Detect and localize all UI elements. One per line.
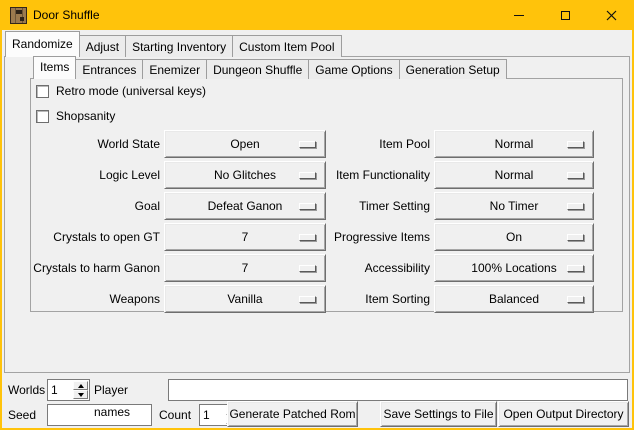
timer-setting-label: Timer Setting bbox=[270, 192, 430, 220]
minimize-icon bbox=[514, 15, 524, 16]
world-state-value: Open bbox=[230, 137, 259, 151]
tab-custom-item-pool[interactable]: Custom Item Pool bbox=[232, 35, 341, 57]
weapons-label: Weapons bbox=[8, 285, 160, 313]
worlds-spin-up-button[interactable] bbox=[73, 381, 88, 390]
timer-setting-dropdown[interactable]: No Timer bbox=[434, 192, 594, 220]
player-names-input[interactable] bbox=[168, 379, 628, 401]
crystals-gt-value: 7 bbox=[242, 230, 249, 244]
shopsanity-checkbox[interactable] bbox=[36, 110, 49, 123]
maximize-button[interactable] bbox=[542, 0, 588, 30]
item-sorting-label: Item Sorting bbox=[270, 285, 430, 313]
worlds-spin-down-button[interactable] bbox=[73, 390, 88, 399]
maximize-icon bbox=[561, 11, 570, 20]
up-arrow-icon bbox=[78, 384, 84, 388]
logic-level-label: Logic Level bbox=[8, 161, 160, 189]
player-names-label: Player names bbox=[94, 379, 166, 401]
item-sorting-dropdown[interactable]: Balanced bbox=[434, 285, 594, 313]
timer-setting-value: No Timer bbox=[490, 199, 539, 213]
tab-entrances[interactable]: Entrances bbox=[75, 59, 143, 79]
worlds-spinbox[interactable] bbox=[47, 379, 90, 401]
tab-generation-setup[interactable]: Generation Setup bbox=[399, 59, 507, 79]
seed-label: Seed # bbox=[8, 404, 46, 426]
tab-adjust[interactable]: Adjust bbox=[79, 35, 126, 57]
door-crate-icon bbox=[10, 7, 27, 24]
shopsanity-label: Shopsanity bbox=[56, 109, 115, 123]
crystals-ganon-value: 7 bbox=[242, 261, 249, 275]
dropdown-indicator-icon bbox=[567, 296, 584, 303]
worlds-label: Worlds bbox=[8, 379, 46, 401]
retro-mode-row: Retro mode (universal keys) bbox=[36, 84, 206, 98]
count-label: Count bbox=[159, 404, 195, 426]
accessibility-value: 100% Locations bbox=[471, 261, 556, 275]
dropdown-indicator-icon bbox=[567, 141, 584, 148]
dropdown-indicator-icon bbox=[567, 265, 584, 272]
tab-enemizer[interactable]: Enemizer bbox=[142, 59, 207, 79]
item-sorting-value: Balanced bbox=[489, 292, 539, 306]
worlds-spinbox-input[interactable] bbox=[49, 381, 71, 399]
close-icon bbox=[606, 10, 617, 21]
down-arrow-icon bbox=[78, 393, 84, 397]
count-spinbox-input[interactable] bbox=[201, 406, 223, 424]
progressive-items-dropdown[interactable]: On bbox=[434, 223, 594, 251]
inner-tab-bar: Items Entrances Enemizer Dungeon Shuffle… bbox=[33, 56, 507, 79]
open-output-directory-button[interactable]: Open Output Directory bbox=[498, 401, 629, 427]
crystals-ganon-label: Crystals to harm Ganon bbox=[8, 254, 160, 282]
progressive-items-value: On bbox=[506, 230, 522, 244]
weapons-value: Vanilla bbox=[227, 292, 262, 306]
tab-game-options[interactable]: Game Options bbox=[308, 59, 399, 79]
item-functionality-dropdown[interactable]: Normal bbox=[434, 161, 594, 189]
goal-label: Goal bbox=[8, 192, 160, 220]
tab-items[interactable]: Items bbox=[33, 56, 76, 79]
item-pool-dropdown[interactable]: Normal bbox=[434, 130, 594, 158]
retro-mode-label: Retro mode (universal keys) bbox=[56, 84, 206, 98]
outer-tab-bar: Randomize Adjust Starting Inventory Cust… bbox=[5, 31, 342, 57]
accessibility-dropdown[interactable]: 100% Locations bbox=[434, 254, 594, 282]
item-pool-label: Item Pool bbox=[270, 130, 430, 158]
dropdown-indicator-icon bbox=[567, 234, 584, 241]
crystals-gt-label: Crystals to open GT bbox=[8, 223, 160, 251]
save-settings-button[interactable]: Save Settings to File bbox=[380, 401, 497, 427]
window-title: Door Shuffle bbox=[33, 0, 100, 30]
tab-randomize[interactable]: Randomize bbox=[5, 31, 80, 57]
caption-buttons bbox=[496, 0, 634, 30]
item-functionality-label: Item Functionality bbox=[270, 161, 430, 189]
minimize-button[interactable] bbox=[496, 0, 542, 30]
logic-level-value: No Glitches bbox=[214, 168, 276, 182]
item-pool-value: Normal bbox=[495, 137, 534, 151]
world-state-label: World State bbox=[8, 130, 160, 158]
titlebar: Door Shuffle bbox=[0, 0, 634, 30]
dropdown-indicator-icon bbox=[567, 203, 584, 210]
close-button[interactable] bbox=[588, 0, 634, 30]
retro-mode-checkbox[interactable] bbox=[36, 85, 49, 98]
accessibility-label: Accessibility bbox=[270, 254, 430, 282]
window: Door Shuffle Randomize Adjust Starting I… bbox=[0, 0, 634, 430]
shopsanity-row: Shopsanity bbox=[36, 109, 115, 123]
tab-dungeon-shuffle[interactable]: Dungeon Shuffle bbox=[206, 59, 309, 79]
progressive-items-label: Progressive Items bbox=[270, 223, 430, 251]
dropdown-indicator-icon bbox=[567, 172, 584, 179]
tab-starting-inventory[interactable]: Starting Inventory bbox=[125, 35, 233, 57]
item-functionality-value: Normal bbox=[495, 168, 534, 182]
generate-patched-rom-button[interactable]: Generate Patched Rom bbox=[227, 401, 358, 427]
